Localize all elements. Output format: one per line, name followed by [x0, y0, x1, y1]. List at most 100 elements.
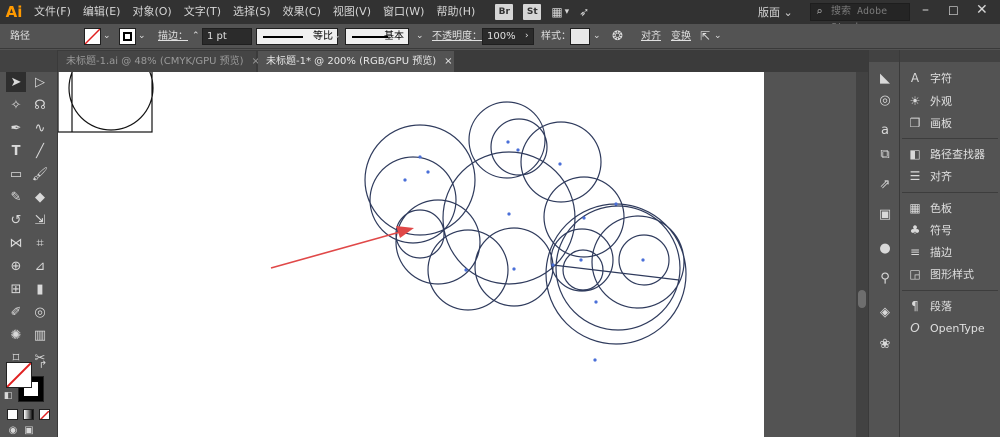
panel-artboards[interactable]: ❐ 画板	[906, 113, 952, 133]
brush-definition[interactable]: 基本	[345, 28, 409, 45]
panel-swatches[interactable]: ▦ 色板	[906, 198, 952, 218]
glyphs-panel-icon[interactable]: a	[875, 122, 895, 140]
panel-paragraph[interactable]: ¶ 段落	[906, 296, 952, 316]
panel-opentype[interactable]: O OpenType	[906, 318, 984, 338]
type-tool-icon[interactable]: T	[6, 141, 26, 161]
menu-window[interactable]: 窗口(W)	[377, 0, 430, 24]
selection-tool-icon[interactable]: ➤	[6, 72, 26, 92]
panel-align[interactable]: ☰ 对齐	[906, 166, 952, 186]
menu-select[interactable]: 选择(S)	[227, 0, 277, 24]
close-icon[interactable]: ×	[444, 56, 452, 67]
pen-tool-icon[interactable]: ✒	[6, 118, 26, 138]
circle-paths[interactable]	[364, 101, 687, 345]
bridge-button[interactable]: Br	[495, 4, 514, 20]
color-panel-icon[interactable]: ❀	[875, 336, 895, 354]
scrollbar-thumb[interactable]	[858, 290, 866, 308]
artboard[interactable]	[58, 72, 764, 437]
mesh-tool-icon[interactable]: ⊞	[6, 279, 26, 299]
panel-graphic-styles[interactable]: ◲ 图形样式	[906, 264, 974, 284]
close-button[interactable]: ✕	[976, 2, 988, 18]
transparency-panel-icon[interactable]: ▣	[875, 206, 895, 224]
panel-symbols[interactable]: ♣ 符号	[906, 220, 952, 240]
curvature-tool-icon[interactable]: ∿	[30, 118, 50, 138]
color-guide-panel-icon[interactable]: ●	[875, 240, 895, 258]
arrange-documents-icon[interactable]: ▦	[551, 5, 562, 19]
panel-appearance[interactable]: ☀ 外观	[906, 91, 952, 111]
shaper-tool-icon[interactable]: ✎	[6, 187, 26, 207]
draw-mode-icon[interactable]: ◉	[6, 424, 20, 436]
canvas-area[interactable]	[58, 72, 856, 437]
magic-wand-tool-icon[interactable]: ✧	[6, 95, 26, 115]
color-mode-icon[interactable]	[7, 409, 18, 420]
lasso-tool-icon[interactable]: ☊	[30, 95, 50, 115]
menu-help[interactable]: 帮助(H)	[430, 0, 481, 24]
rotate-tool-icon[interactable]: ↺	[6, 210, 26, 230]
blend-tool-icon[interactable]: ◎	[30, 302, 50, 322]
panel-grip[interactable]	[869, 50, 899, 62]
width-tool-icon[interactable]: ⋈	[6, 233, 26, 253]
vertical-scrollbar[interactable]	[856, 72, 868, 437]
chevron-down-icon[interactable]: ⌄	[333, 28, 341, 45]
chevron-down-icon[interactable]: ⌄	[593, 28, 601, 45]
gradient-mode-icon[interactable]	[23, 409, 34, 420]
menu-edit[interactable]: 编辑(E)	[77, 0, 127, 24]
minimize-button[interactable]: –	[922, 2, 929, 18]
tab-document-1[interactable]: 未标题-1.ai @ 48% (CMYK/GPU 预览) ×	[58, 51, 260, 72]
chevron-down-icon[interactable]: ⌄	[416, 28, 424, 45]
free-transform-tool-icon[interactable]: ⌗	[30, 233, 50, 253]
default-fill-stroke-icon[interactable]: ◧	[2, 390, 14, 402]
chevron-down-icon[interactable]: ⌄	[138, 28, 146, 45]
eraser-tool-icon[interactable]: ◆	[30, 187, 50, 207]
screen-mode-icon[interactable]: ▣	[22, 424, 36, 436]
export-panel-icon[interactable]: ⇗	[875, 176, 895, 194]
eyedropper-tool-icon[interactable]: ✐	[6, 302, 26, 322]
panel-stroke[interactable]: ≡ 描边	[906, 242, 952, 262]
layers-panel-icon[interactable]: ◈	[875, 304, 895, 322]
line-tool-icon[interactable]: ╱	[30, 141, 50, 161]
panel-grip[interactable]	[0, 50, 57, 72]
fill-swatch[interactable]	[84, 28, 101, 45]
panel-character[interactable]: A 字符	[906, 68, 952, 88]
recolor-artwork-icon[interactable]: ❂	[612, 28, 623, 45]
perspective-grid-tool-icon[interactable]: ⊿	[30, 256, 50, 276]
transform-button[interactable]: 变换	[671, 28, 691, 45]
variable-width-profile[interactable]: 等比	[256, 28, 338, 45]
stroke-label[interactable]: 描边：	[158, 28, 188, 45]
chevron-down-icon[interactable]: ⌄	[103, 28, 111, 45]
panel-pathfinder[interactable]: ◧ 路径查找器	[906, 144, 985, 164]
tab-document-2[interactable]: 未标题-1* @ 200% (RGB/GPU 预览) ×	[258, 51, 454, 72]
none-mode-icon[interactable]	[39, 409, 50, 420]
menu-view[interactable]: 视图(V)	[327, 0, 377, 24]
stock-search-input[interactable]: ⌕搜索 Adobe Stock	[810, 3, 910, 33]
direct-selection-tool-icon[interactable]: ▷	[30, 72, 50, 92]
menu-file[interactable]: 文件(F)	[28, 0, 77, 24]
gradient-panel-icon[interactable]: ◣	[875, 70, 895, 88]
chevron-down-icon[interactable]: ⌄	[714, 28, 722, 45]
gpu-performance-icon[interactable]: ➶	[579, 5, 589, 19]
chevron-down-icon[interactable]: ▾	[565, 7, 570, 17]
gradient-tool-icon[interactable]: ▮	[30, 279, 50, 299]
scale-tool-icon[interactable]: ⇲	[30, 210, 50, 230]
puppet-warp-icon[interactable]: ⚲	[875, 270, 895, 288]
stock-button[interactable]: St	[523, 4, 542, 20]
opacity-label[interactable]: 不透明度：	[432, 28, 482, 45]
graphic-style-swatch[interactable]	[570, 28, 590, 45]
menu-type[interactable]: 文字(T)	[178, 0, 227, 24]
chevron-right-icon[interactable]: ›	[525, 28, 529, 45]
align-button[interactable]: 对齐	[641, 28, 661, 45]
stroke-weight-field[interactable]: 1 pt	[202, 28, 252, 45]
paintbrush-tool-icon[interactable]: 🖌	[30, 164, 50, 184]
rectangle-tool-icon[interactable]: ▭	[6, 164, 26, 184]
menu-effect[interactable]: 效果(C)	[277, 0, 327, 24]
maximize-button[interactable]: ☐	[948, 4, 959, 18]
menu-object[interactable]: 对象(O)	[126, 0, 177, 24]
shape-builder-tool-icon[interactable]: ⊕	[6, 256, 26, 276]
navigator-panel-icon[interactable]: ◎	[875, 92, 895, 110]
libraries-panel-icon[interactable]: ⧉	[875, 146, 895, 164]
swap-fill-stroke-icon[interactable]: ↱	[36, 358, 50, 372]
isolate-object-icon[interactable]: ⇱	[700, 28, 710, 45]
workspace-switcher[interactable]: 版面 ⌄	[758, 4, 793, 20]
fill-color-box[interactable]	[6, 362, 32, 388]
stepper-icon[interactable]: ⌃	[192, 28, 200, 45]
symbol-sprayer-tool-icon[interactable]: ✺	[6, 325, 26, 345]
